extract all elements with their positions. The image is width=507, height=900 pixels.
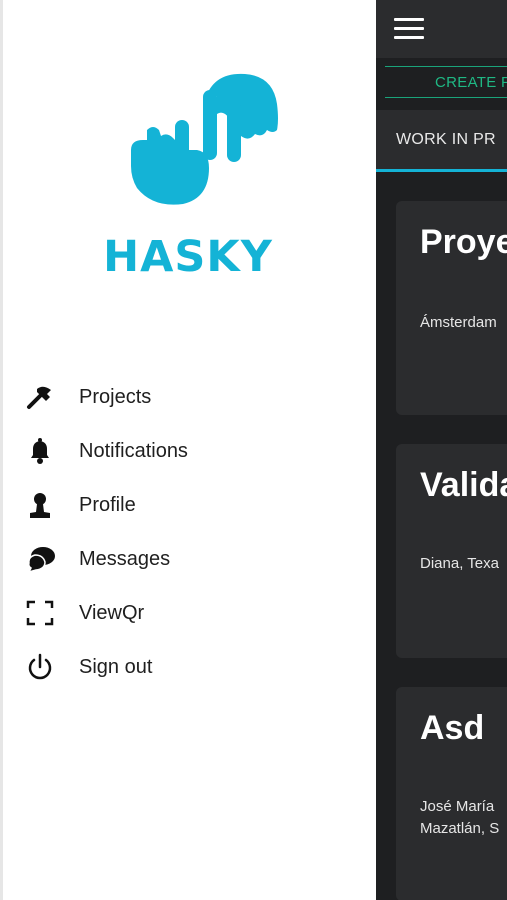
menu-item-label: Profile [79, 493, 136, 516]
menu-item-label: Notifications [79, 439, 188, 462]
chat-bubbles-icon [25, 544, 59, 574]
navigation-drawer: HASKY Projects Notifications Profile Mes… [0, 0, 376, 900]
project-location: Diana, Texa [420, 555, 499, 572]
project-card[interactable]: Asd José María Mazatlán, S [396, 687, 507, 900]
drawer-menu: Projects Notifications Profile Messages … [3, 370, 379, 694]
hamburger-menu-icon[interactable] [394, 18, 424, 39]
project-title: Proye [420, 223, 507, 261]
person-icon [25, 490, 59, 520]
app-toolbar [376, 0, 507, 58]
menu-item-label: ViewQr [79, 601, 145, 624]
project-location: José María Mazatlán, S [420, 798, 500, 837]
hasky-logo-icon [131, 73, 278, 205]
project-title: Asd [420, 709, 485, 747]
menu-item-label: Projects [79, 385, 152, 408]
create-project-button[interactable]: CREATE P [385, 66, 507, 98]
tab-work-in-progress[interactable]: WORK IN PR [396, 131, 496, 149]
menu-item-profile[interactable]: Profile [3, 478, 379, 532]
power-icon [25, 652, 59, 682]
menu-item-sign-out[interactable]: Sign out [3, 640, 379, 694]
tab-bar: WORK IN PR [376, 110, 507, 172]
menu-item-label: Messages [79, 547, 171, 570]
project-title: Valida [420, 466, 507, 504]
menu-item-notifications[interactable]: Notifications [3, 424, 379, 478]
project-location: Ámsterdam [420, 314, 497, 331]
menu-item-label: Sign out [79, 655, 153, 678]
project-card[interactable]: Valida Diana, Texa [396, 444, 507, 658]
menu-item-messages[interactable]: Messages [3, 532, 379, 586]
qr-scan-icon [25, 598, 59, 628]
brand-name: HASKY [103, 232, 273, 282]
project-card[interactable]: Proye Ámsterdam [396, 201, 507, 415]
tab-indicator [376, 169, 507, 172]
menu-item-viewqr[interactable]: ViewQr [3, 586, 379, 640]
hammer-icon [25, 382, 59, 412]
menu-item-projects[interactable]: Projects [3, 370, 379, 424]
main-app: CREATE P WORK IN PR Proye Ámsterdam Vali… [376, 0, 507, 900]
bell-icon [25, 436, 59, 466]
